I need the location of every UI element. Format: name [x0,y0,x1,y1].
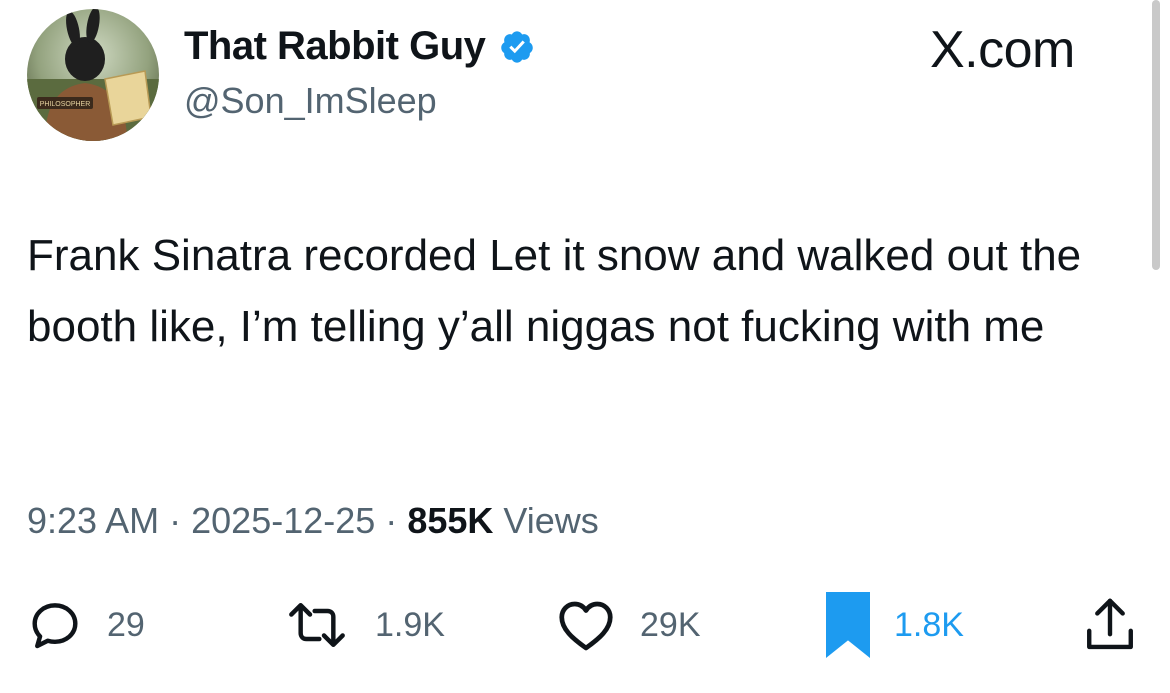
like-icon [556,597,616,653]
tweet-time[interactable]: 9:23 AM [27,500,159,541]
avatar-image: PHILOSOPHER [27,9,159,141]
repost-button[interactable]: 1.9K [283,590,445,660]
bookmark-count: 1.8K [894,605,964,644]
display-name-text: That Rabbit Guy [184,24,486,68]
avatar-sign-text: PHILOSOPHER [40,101,91,108]
author-handle[interactable]: @Son_ImSleep [184,80,437,122]
reply-button[interactable]: 29 [27,590,145,660]
verified-badge-icon[interactable] [499,29,535,65]
avatar[interactable]: PHILOSOPHER [27,9,159,141]
share-button[interactable] [1082,590,1138,660]
tweet-date[interactable]: 2025-12-25 [191,500,375,541]
meta-separator: · [385,500,398,541]
share-icon [1082,595,1138,655]
author-display-name[interactable]: That Rabbit Guy [184,24,535,69]
reply-icon [27,597,83,653]
brand-logo: X.com [930,21,1075,79]
bookmark-button[interactable]: 1.8K [826,590,964,660]
views-count[interactable]: 855K [407,500,493,541]
repost-icon [283,597,351,653]
tweet-meta: 9:23 AM · 2025-12-25 · 855K Views [27,500,599,542]
like-button[interactable]: 29K [556,590,701,660]
meta-separator: · [169,500,182,541]
views-label: Views [503,500,599,541]
reply-count: 29 [107,605,145,644]
tweet-text: Frank Sinatra recorded Let it snow and w… [27,231,1082,351]
action-bar: 29 1.9K 29K 1.8K [0,590,1170,670]
repost-count: 1.9K [375,605,445,644]
bookmark-icon [826,592,870,658]
scrollbar[interactable] [1152,0,1160,270]
like-count: 29K [640,605,701,644]
